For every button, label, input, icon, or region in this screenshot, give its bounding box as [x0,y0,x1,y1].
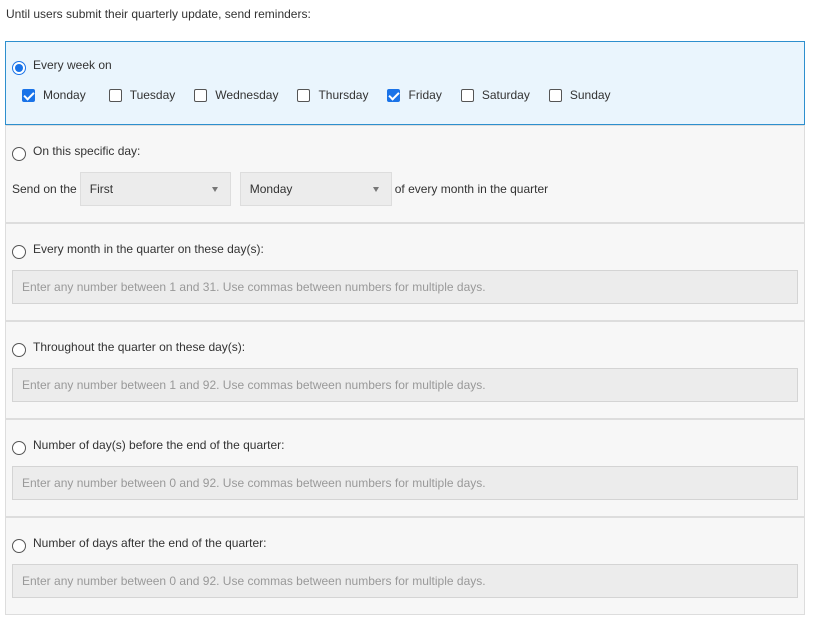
weekday-select[interactable]: Monday [239,172,392,206]
option-after-end: Number of days after the end of the quar… [5,517,805,615]
chevron-down-icon [211,187,218,192]
checkbox-wednesday[interactable] [194,89,208,102]
day-friday[interactable]: Friday [387,87,442,102]
send-on-suffix: of every month in the quarter [394,182,549,196]
checkbox-monday[interactable] [22,89,35,102]
option-before-end: Number of day(s) before the end of the q… [5,419,805,517]
day-label: Monday [43,87,86,102]
radio-monthly-days[interactable]: Every month in the quarter on these day(… [12,241,264,259]
day-label: Friday [408,87,442,102]
radio-specific-day[interactable]: On this specific day: [12,143,141,161]
weekday-select-value: Monday [249,182,293,196]
quarter-days-input[interactable] [12,368,798,402]
ordinal-select[interactable]: First [79,172,231,206]
radio-button[interactable] [12,441,26,455]
checkbox-tuesday[interactable] [108,89,122,102]
radio-button[interactable] [12,245,26,259]
chevron-down-icon [372,187,379,192]
radio-button[interactable] [12,147,26,161]
after-end-input[interactable] [12,564,798,598]
option-label: Every week on [33,58,112,72]
day-label: Thursday [318,87,369,102]
checkbox-sunday[interactable] [548,89,562,102]
checkbox-thursday[interactable] [297,89,311,102]
day-label: Sunday [569,87,611,102]
option-label: Number of days after the end of the quar… [33,535,267,550]
radio-button[interactable] [12,61,26,75]
day-tuesday[interactable]: Tuesday [108,87,176,102]
radio-after-end[interactable]: Number of days after the end of the quar… [12,535,267,553]
day-thursday[interactable]: Thursday [297,87,369,102]
option-label: Number of day(s) before the end of the q… [33,437,285,452]
option-label: Throughout the quarter on these day(s): [33,339,246,354]
day-saturday[interactable]: Saturday [460,87,530,102]
checkbox-friday[interactable] [387,89,401,102]
day-sunday[interactable]: Sunday [548,87,611,102]
send-on-prefix: Send on the [12,182,77,196]
checkbox-saturday[interactable] [460,89,474,102]
ordinal-select-value: First [89,182,114,196]
weekday-checkboxes: Monday Tuesday Wednesday Thursday Friday… [22,87,630,102]
monthly-days-input[interactable] [12,270,798,304]
option-specific-day: On this specific day: Send on the First … [5,125,805,223]
option-quarter-days: Throughout the quarter on these day(s): [5,321,805,419]
radio-before-end[interactable]: Number of day(s) before the end of the q… [12,437,285,455]
option-every-week: Every week on Monday Tuesday Wednesday T… [5,41,805,125]
radio-button[interactable] [12,343,26,357]
day-label: Saturday [481,87,530,102]
option-label: Every month in the quarter on these day(… [33,241,264,256]
radio-quarter-days[interactable]: Throughout the quarter on these day(s): [12,339,246,357]
option-label: On this specific day: [33,143,141,158]
radio-every-week[interactable]: Every week on [12,58,112,75]
intro-text: Until users submit their quarterly updat… [6,7,311,21]
send-on-row: Send on the First Monday of every month … [12,172,548,206]
day-label: Tuesday [129,87,176,102]
day-label: Wednesday [215,87,279,102]
option-monthly-days: Every month in the quarter on these day(… [5,223,805,321]
radio-button[interactable] [12,539,26,553]
day-monday[interactable]: Monday [22,87,86,102]
day-wednesday[interactable]: Wednesday [194,87,279,102]
before-end-input[interactable] [12,466,798,500]
